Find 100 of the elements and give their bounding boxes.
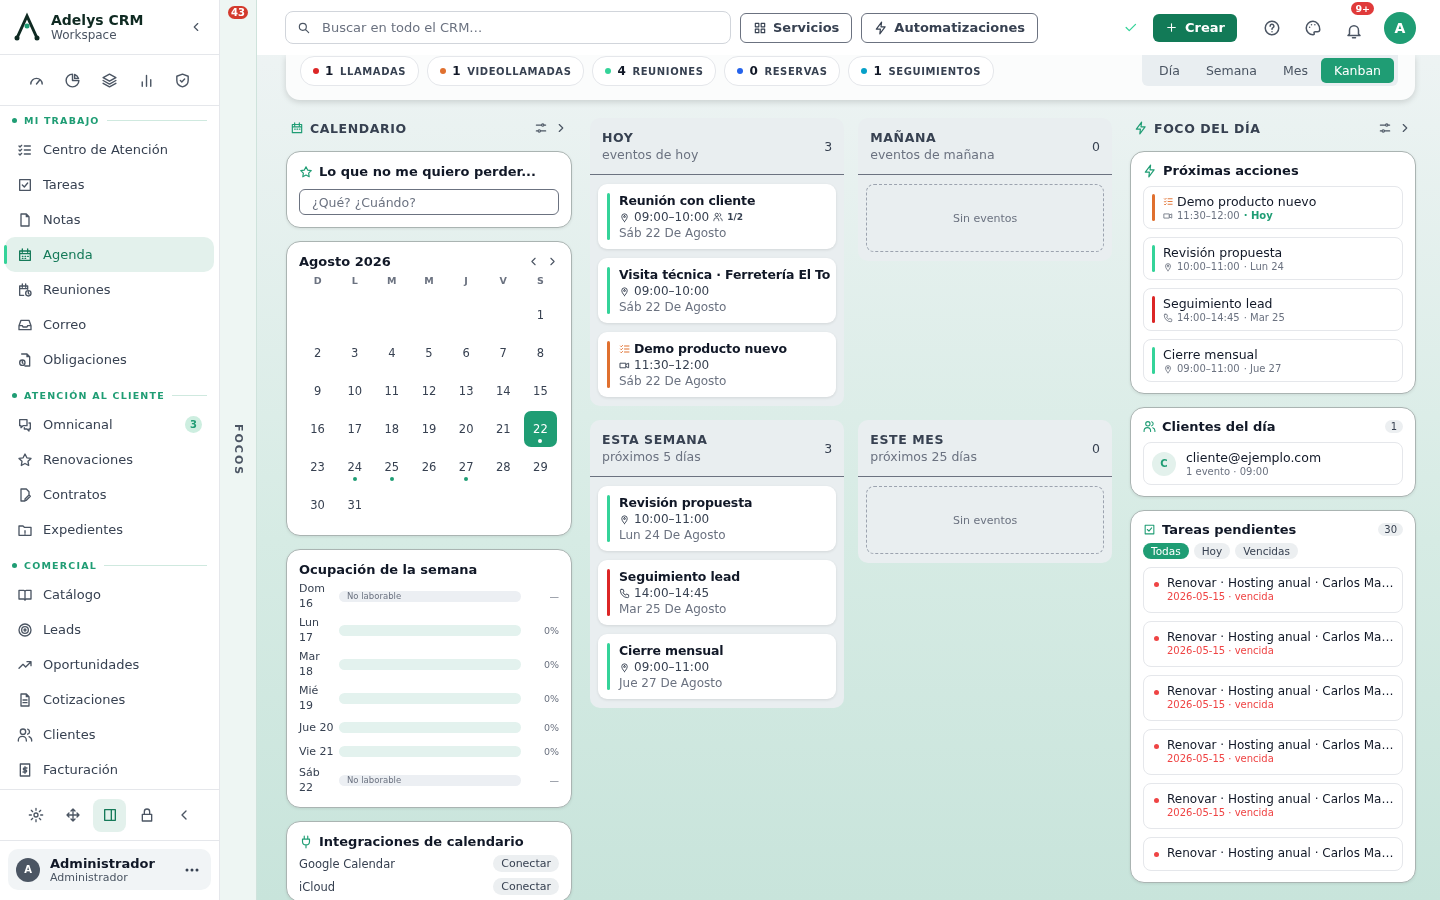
pie-chart-button[interactable] [64, 71, 82, 89]
sidebar-item[interactable]: Omnicanal 3 [5, 407, 214, 442]
search-field[interactable]: Buscar en todo el CRM… [285, 11, 731, 44]
sidebar-item[interactable]: Expedientes [5, 512, 214, 547]
event-card[interactable]: Revisión propuesta 10:00–11:00 Lun 24 De Agosto [598, 486, 837, 551]
task-item[interactable]: Renovar · Hosting anual · Carlos Ma… 2026-05-15 · vencida [1143, 621, 1403, 667]
calendar-day[interactable]: 6 [449, 335, 483, 371]
event-card[interactable]: Reunión con cliente 09:00–10:00 1/2 Sáb 22 De Agosto [598, 184, 837, 249]
calendar-day[interactable]: 18 [375, 411, 409, 447]
calendar-day[interactable]: 24 [338, 449, 372, 485]
panel-button[interactable] [93, 798, 126, 832]
event-card[interactable]: Demo producto nuevo 11:30–12:00 Sáb 22 De Agosto [598, 332, 837, 397]
sidebar-item[interactable]: Facturación [5, 752, 214, 787]
action-item[interactable]: Seguimiento lead 14:00–14:45 · Mar 25 [1143, 288, 1403, 331]
calendar-day[interactable]: 30 [301, 487, 335, 523]
calendar-day[interactable]: 4 [375, 335, 409, 371]
calendar-day[interactable]: 11 [375, 373, 409, 409]
column-count: 3 [824, 138, 833, 154]
event-card[interactable]: Cierre mensual 09:00–11:00 Jue 27 De Agosto [598, 634, 837, 699]
create-button[interactable]: Crear [1153, 13, 1237, 42]
calendar-day[interactable]: 20 [449, 411, 483, 447]
event-card[interactable]: Seguimiento lead 14:00–14:45 Mar 25 De Agosto [598, 560, 837, 625]
summary-chip[interactable]: 0 RESERVAS [724, 56, 841, 86]
calendar-day[interactable]: 7 [486, 335, 520, 371]
user-card[interactable]: A Administrador Administrador [8, 849, 211, 890]
sidebar-item[interactable]: Catálogo [5, 577, 214, 612]
connect-button[interactable]: Conectar [493, 878, 559, 895]
calendar-day[interactable]: 13 [449, 373, 483, 409]
task-item[interactable]: Renovar · Hosting anual · Carlos Ma… 2026-05-15 · vencida [1143, 783, 1403, 829]
calendar-day[interactable]: 5 [412, 335, 446, 371]
location-icon [1163, 363, 1173, 374]
summary-chip[interactable]: 1 LLAMADAS [300, 56, 420, 86]
calendar-day[interactable]: 17 [338, 411, 372, 447]
calendar-day[interactable]: 2 [301, 335, 335, 371]
calendar-day[interactable]: 23 [301, 449, 335, 485]
plus-icon [1165, 21, 1179, 34]
action-item[interactable]: Cierre mensual 09:00–11:00 · Jue 27 [1143, 339, 1403, 382]
task-item[interactable]: Renovar · Hosting anual · Carlos Ma… 2026-05-15 · vencida [1143, 729, 1403, 775]
calendar-day[interactable]: 28 [486, 449, 520, 485]
calendar-day[interactable]: 29 [523, 449, 557, 485]
task-item[interactable]: Renovar · Hosting anual · Carlos Ma… 2026-05-15 · vencida [1143, 567, 1403, 613]
connect-button[interactable]: Conectar [493, 855, 559, 872]
view-tab[interactable]: Semana [1192, 58, 1270, 83]
action-item[interactable]: Demo producto nuevo 11:30–12:00 · Hoy [1143, 186, 1403, 229]
sidebar-item[interactable]: Reuniones [5, 272, 214, 307]
calendar-day[interactable]: 26 [412, 449, 446, 485]
action-item[interactable]: Revisión propuesta 10:00–11:00 · Lun 24 [1143, 237, 1403, 280]
more-icon[interactable] [185, 867, 199, 872]
sidebar-item[interactable]: Notas [5, 202, 214, 237]
filter-tab[interactable]: Vencidas [1235, 543, 1298, 559]
calendar-day[interactable]: 31 [338, 487, 372, 523]
calendar-day[interactable]: 9 [301, 373, 335, 409]
calendar-day[interactable]: 15 [523, 373, 557, 409]
calendar-day[interactable]: 16 [301, 411, 335, 447]
sidebar-item[interactable]: Leads [5, 612, 214, 647]
sidebar-item[interactable]: Centro de Atención [5, 132, 214, 167]
calendar-day[interactable]: 14 [486, 373, 520, 409]
filter-tab[interactable]: Hoy [1193, 543, 1231, 559]
event-time: 09:00–11:00 [634, 660, 710, 674]
client-item[interactable]: C cliente@ejemplo.com 1 evento · 09:00 [1143, 442, 1403, 485]
calendar-day[interactable]: 25 [375, 449, 409, 485]
sidebar-item[interactable]: Tareas [5, 167, 214, 202]
summary-chip[interactable]: 1 VIDEOLLAMADAS [427, 56, 585, 86]
task-title: Renovar · Hosting anual · Carlos Ma… [1167, 630, 1394, 644]
calendar-day[interactable]: 21 [486, 411, 520, 447]
task-item[interactable]: Renovar · Hosting anual · Carlos Ma… 2026-05-15 · vencida [1143, 675, 1403, 721]
filter-button[interactable] [534, 121, 548, 135]
sidebar-item[interactable]: Correo [5, 307, 214, 342]
summary-chip[interactable]: 1 SEGUIMIENTOS [848, 56, 995, 86]
calendar-day[interactable]: 8 [523, 335, 557, 371]
sidebar-item[interactable]: Contratos [5, 477, 214, 512]
view-tab[interactable]: Día [1146, 58, 1193, 83]
toolbar-button[interactable]: Servicios [740, 12, 853, 43]
toolbar-button[interactable]: Automatizaciones [861, 12, 1039, 43]
sidebar-item[interactable]: Clientes [5, 717, 214, 752]
summary-chip[interactable]: 4 REUNIONES [592, 56, 717, 86]
sidebar-item[interactable]: Agenda [5, 237, 214, 272]
view-tab[interactable]: Mes [1269, 58, 1321, 83]
action-day: · Mar 25 [1243, 312, 1285, 323]
card-title: Integraciones de calendario [319, 834, 524, 849]
shield-button[interactable] [174, 71, 192, 89]
calendar-day[interactable]: 27 [449, 449, 483, 485]
calendar-day[interactable]: 3 [338, 335, 372, 371]
weekday-label: M [423, 275, 435, 288]
sidebar-item[interactable]: Renovaciones [5, 442, 214, 477]
filter-button[interactable] [1378, 121, 1392, 135]
task-item[interactable]: Renovar · Hosting anual · Carlos Ma… [1143, 837, 1403, 871]
focos-tab[interactable]: FOCOS [231, 424, 245, 477]
client-email: cliente@ejemplo.com [1186, 450, 1322, 465]
sidebar-item[interactable]: Oportunidades [5, 647, 214, 682]
quick-add-field[interactable]: ¿Qué? ¿Cuándo? [299, 189, 559, 215]
calendar-day[interactable]: 19 [412, 411, 446, 447]
sidebar-item[interactable]: Obligaciones [5, 342, 214, 377]
layers-button[interactable] [101, 71, 118, 89]
calendar-day[interactable]: 1 [523, 297, 557, 333]
calendar-day[interactable]: 12 [412, 373, 446, 409]
sidebar-item[interactable]: Cotizaciones [5, 682, 214, 717]
empty-state: Sin eventos [866, 486, 1104, 554]
event-card[interactable]: Visita técnica · Ferretería El To 09:00–10:00 Sáb 22 De Agosto [598, 258, 837, 323]
calendar-day[interactable]: 10 [338, 373, 372, 409]
